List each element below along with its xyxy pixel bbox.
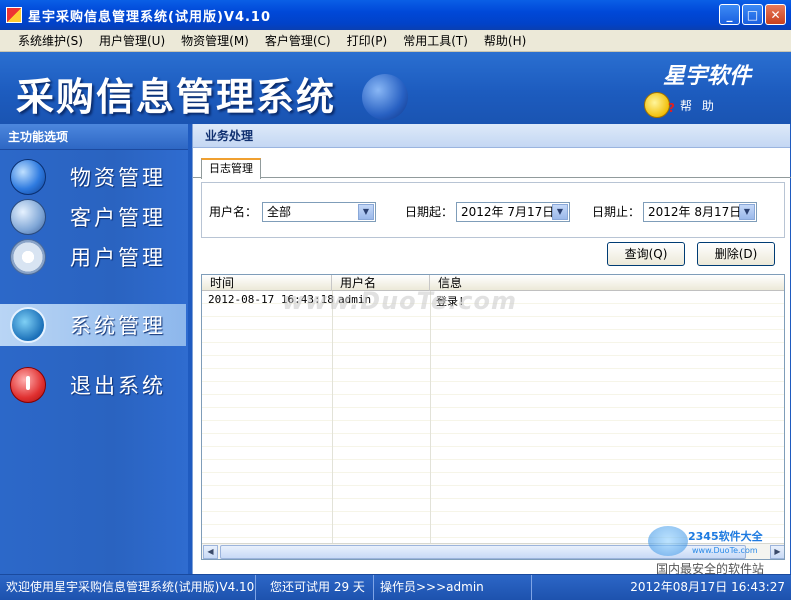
sidebar-item-users[interactable]: 用户管理 <box>0 236 186 278</box>
menu-materials[interactable]: 物资管理(M) <box>173 32 257 49</box>
column-divider <box>332 291 333 543</box>
status-operator: 操作员>>>admin <box>374 575 532 600</box>
status-trial: 您还可试用 29 天 <box>256 575 374 600</box>
globe-icon <box>362 74 408 120</box>
window-title: 星宇采购信息管理系统(试用版)V4.10 <box>28 9 272 25</box>
sidebar-item-label: 退出系统 <box>70 374 166 398</box>
tab-log-management[interactable]: 日志管理 <box>201 158 261 179</box>
mascot-icon <box>648 526 688 556</box>
sidebar-item-label: 用户管理 <box>70 246 166 270</box>
filter-panel: 用户名： 全部 ▼ 日期起： 2012年 7月17日星 ▼ 日期止： 2012年… <box>201 182 785 238</box>
grid-body <box>202 291 784 543</box>
corner-logo: 2345软件大全 www.DuoTe.com 国内最安全的软件站 <box>648 520 788 576</box>
menu-users[interactable]: 用户管理(U) <box>91 32 173 49</box>
sidebar-item-system[interactable]: 系统管理 <box>0 304 186 346</box>
menu-print[interactable]: 打印(P) <box>339 32 396 49</box>
tab-strip: 日志管理 <box>193 156 791 179</box>
help-face-icon <box>644 92 675 118</box>
maximize-button[interactable]: □ <box>742 4 763 25</box>
menu-bar: 系统维护(S) 用户管理(U) 物资管理(M) 客户管理(C) 打印(P) 常用… <box>0 30 791 52</box>
main-panel: 业务处理 日志管理 用户名： 全部 ▼ 日期起： 2012年 7月17日星 ▼ … <box>188 124 791 574</box>
date-to-picker[interactable]: 2012年 8月17日星 ▼ <box>643 202 757 222</box>
sidebar-item-materials[interactable]: 物资管理 <box>0 156 186 198</box>
globe-icon <box>10 159 46 195</box>
close-button[interactable]: ✕ <box>765 4 786 25</box>
gear-icon <box>10 239 46 275</box>
power-icon <box>10 367 46 403</box>
brand-logo: 星宇软件 <box>662 63 751 89</box>
column-divider <box>430 291 431 543</box>
date-from-value: 2012年 7月17日星 <box>461 205 567 219</box>
section-title: 业务处理 <box>193 124 790 148</box>
chevron-down-icon[interactable]: ▼ <box>739 204 755 220</box>
scroll-left-icon[interactable]: ◀ <box>203 545 218 559</box>
status-datetime: 2012年08月17日 16:43:27 <box>630 580 785 594</box>
main-content: 业务处理 日志管理 用户名： 全部 ▼ 日期起： 2012年 7月17日星 ▼ … <box>192 124 791 574</box>
chevron-down-icon[interactable]: ▼ <box>358 204 374 220</box>
user-label: 用户名： <box>209 205 258 219</box>
sidebar-item-label: 系统管理 <box>70 314 166 338</box>
minimize-button[interactable]: _ <box>719 4 740 25</box>
banner-title: 采购信息管理系统 <box>16 74 337 119</box>
sidebar-header: 主功能选项 <box>0 124 188 150</box>
query-button[interactable]: 查询(Q) <box>607 242 685 266</box>
help-button[interactable]: 帮 助 <box>644 92 717 118</box>
sidebar-item-customers[interactable]: 客户管理 <box>0 196 186 238</box>
menu-help[interactable]: 帮助(H) <box>476 32 534 49</box>
sidebar-item-label: 客户管理 <box>70 206 166 230</box>
user-select[interactable]: 全部 ▼ <box>262 202 376 222</box>
date-to-label: 日期止： <box>592 205 641 219</box>
status-welcome: 欢迎使用星宇采购信息管理系统(试用版)V4.10 <box>0 575 256 600</box>
delete-button[interactable]: 删除(D) <box>697 242 775 266</box>
help-label: 帮 助 <box>680 98 717 113</box>
status-bar: 欢迎使用星宇采购信息管理系统(试用版)V4.10 您还可试用 29 天 操作员>… <box>0 574 791 600</box>
user-select-value: 全部 <box>267 205 292 219</box>
menu-tools[interactable]: 常用工具(T) <box>395 32 476 49</box>
app-icon <box>6 7 22 23</box>
sidebar-item-label: 物资管理 <box>70 166 166 190</box>
date-from-picker[interactable]: 2012年 7月17日星 ▼ <box>456 202 570 222</box>
menu-customers[interactable]: 客户管理(C) <box>257 32 339 49</box>
date-to-value: 2012年 8月17日星 <box>648 205 754 219</box>
watermark: www.DuoTe.com <box>282 287 517 315</box>
corner-url: www.DuoTe.com <box>692 546 758 555</box>
sidebar: 主功能选项 物资管理 客户管理 用户管理 系统管理 退出系统 <box>0 124 188 574</box>
banner: 采购信息管理系统 星宇软件 帮 助 <box>0 52 791 124</box>
sidebar-item-exit[interactable]: 退出系统 <box>0 364 186 406</box>
menu-system[interactable]: 系统维护(S) <box>10 32 91 49</box>
title-bar: 星宇采购信息管理系统(试用版)V4.10 _ □ ✕ <box>0 0 791 30</box>
log-grid[interactable]: 时间 用户名 信息 2012-08-17 16:43:18 admin 登录! … <box>201 274 785 560</box>
corner-brand: 2345软件大全 <box>688 530 763 543</box>
window-controls: _ □ ✕ <box>719 4 786 25</box>
chevron-down-icon[interactable]: ▼ <box>552 204 568 220</box>
system-icon <box>10 307 46 343</box>
date-from-label: 日期起： <box>405 205 454 219</box>
monitor-icon <box>10 199 46 235</box>
